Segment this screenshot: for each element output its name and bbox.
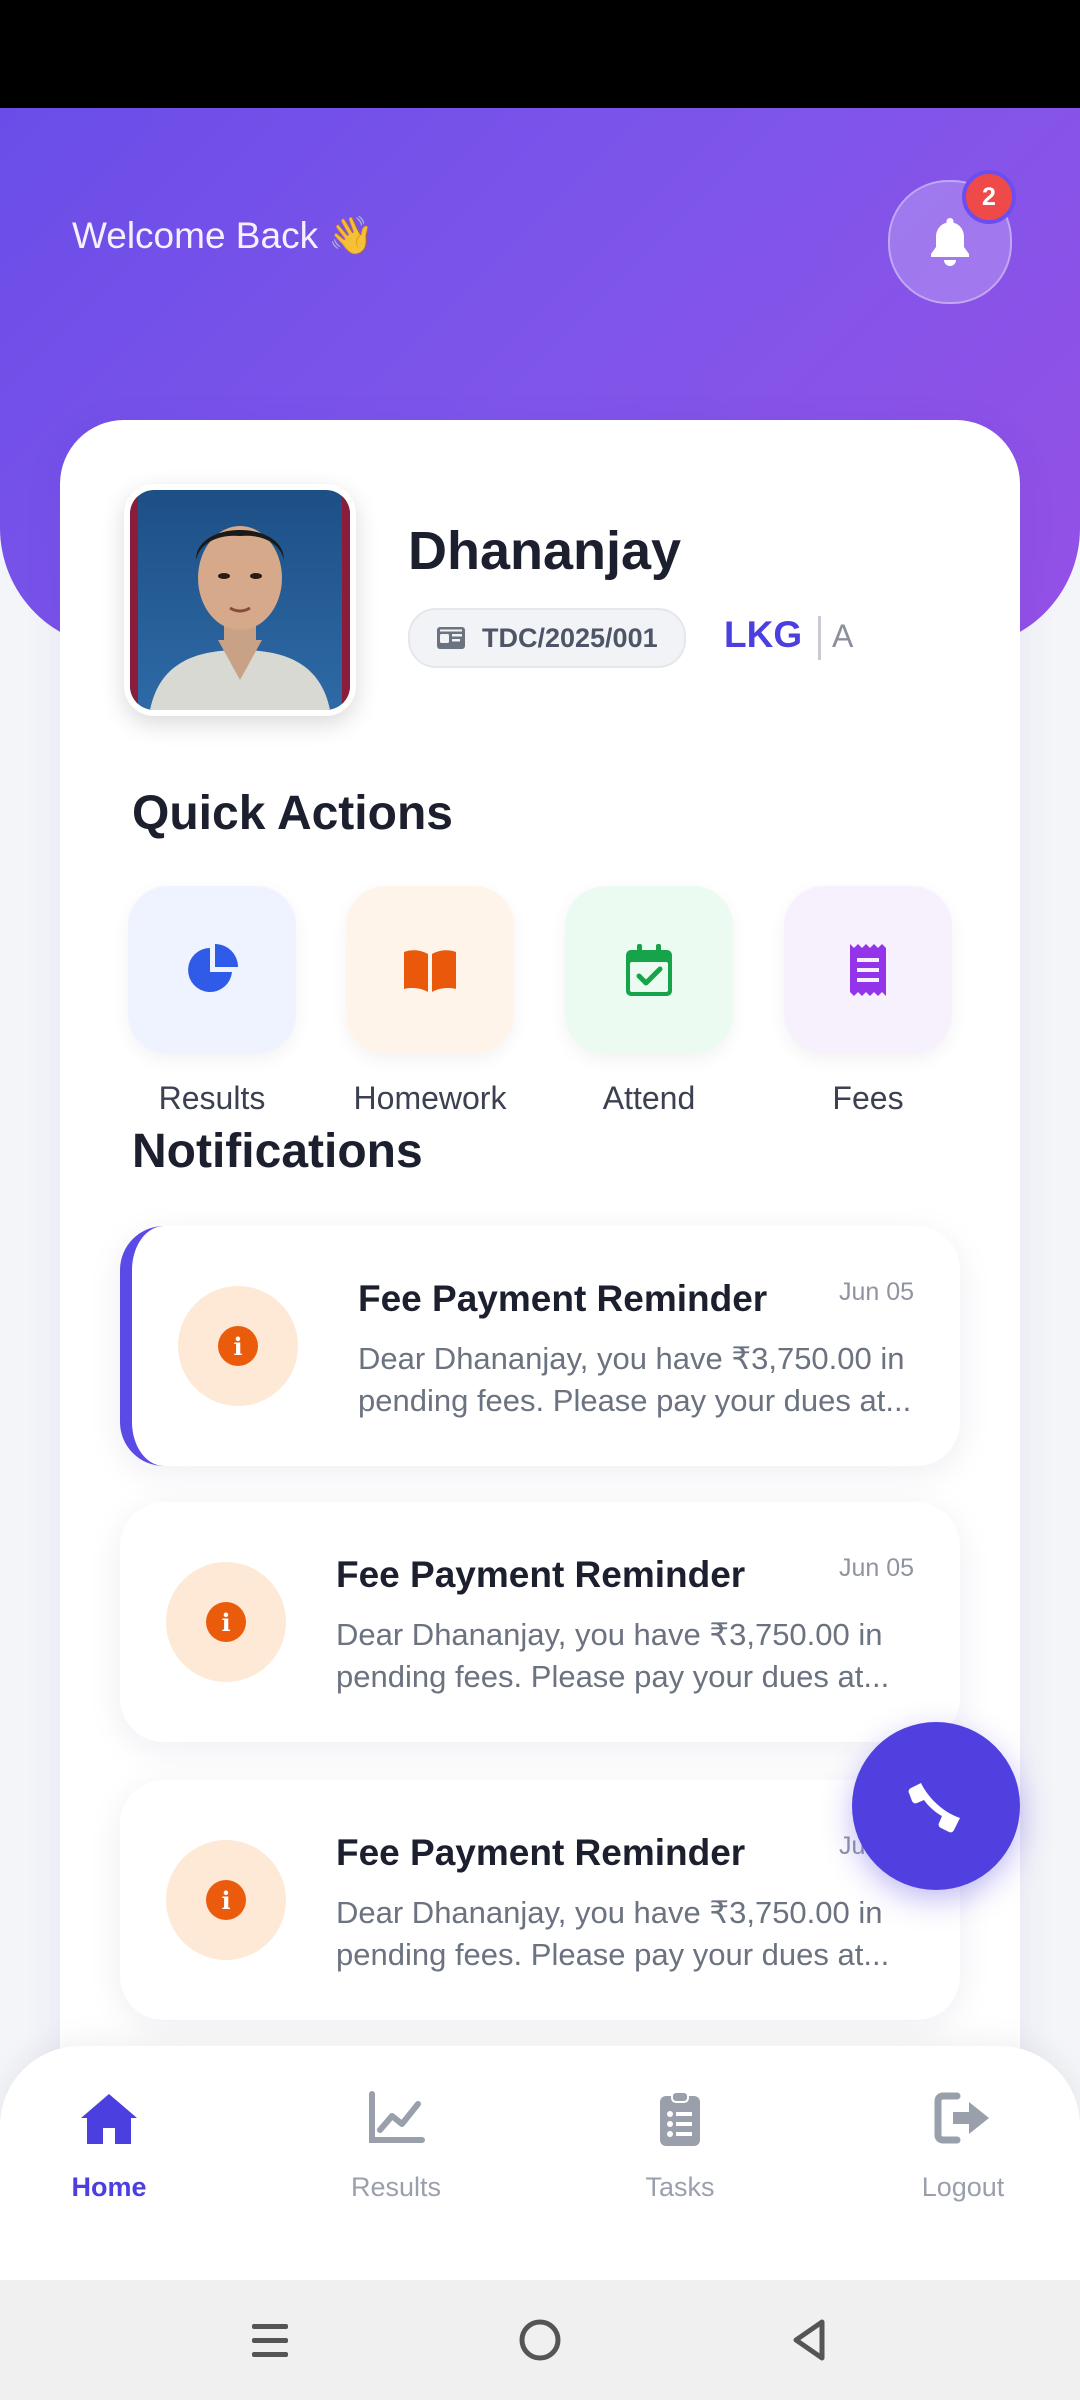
call-button[interactable]	[852, 1722, 1020, 1890]
nav-item-logout[interactable]: Logout	[863, 2090, 1063, 2203]
calendar-check-icon	[626, 944, 672, 996]
notification-date: Jun 05	[838, 1278, 914, 1306]
quick-action-tile[interactable]	[346, 886, 514, 1054]
nav-item-tasks[interactable]: Tasks	[580, 2090, 780, 2203]
quick-action-label: Fees	[832, 1080, 904, 1116]
circle-icon	[519, 2319, 561, 2361]
quick-action-label: Results	[158, 1080, 266, 1116]
info-icon: i	[206, 1880, 246, 1920]
student-class: LKG	[724, 614, 803, 655]
home-system-button[interactable]	[510, 2310, 570, 2370]
notification-title: Fee Payment Reminder	[336, 1832, 746, 1873]
chart-line-icon	[369, 2091, 425, 2143]
notification-message: Dear Dhananjay, you have ₹3,750.00 in pe…	[358, 1338, 928, 1422]
notification-message: Dear Dhananjay, you have ₹3,750.00 in pe…	[336, 1614, 906, 1698]
notification-icon: i	[166, 1840, 286, 1960]
home-icon	[81, 2094, 137, 2144]
notification-title: Fee Payment Reminder	[358, 1278, 768, 1319]
info-icon: i	[218, 1326, 258, 1366]
notification-title: Fee Payment Reminder	[336, 1554, 746, 1595]
back-triangle-icon	[793, 2319, 825, 2361]
quick-action-results[interactable]: Results	[128, 886, 296, 1116]
avatar[interactable]	[124, 484, 356, 716]
notification-icon: i	[166, 1562, 286, 1682]
recent-apps-button[interactable]	[240, 2310, 300, 2370]
nav-label: Tasks	[645, 2172, 715, 2202]
notifications-title: Notifications	[132, 1125, 423, 1178]
quick-actions-title: Quick Actions	[132, 787, 453, 840]
status-bar	[0, 0, 1080, 108]
nav-label: Home	[71, 2172, 147, 2202]
welcome-text: Welcome Back 👋	[72, 215, 375, 256]
receipt-icon	[850, 944, 886, 996]
quick-action-tile[interactable]	[784, 886, 952, 1054]
notification-message-line: Dear Dhananjay, you have ₹3,750.00 in	[336, 1617, 883, 1652]
nav-label: Logout	[921, 2172, 1005, 2202]
quick-action-fees[interactable]: Fees	[784, 886, 952, 1116]
quick-action-label: Homework	[353, 1080, 507, 1116]
notification-card[interactable]: i Fee Payment Reminder Jun 05 Dear Dhana…	[120, 1502, 960, 1742]
quick-action-tile[interactable]	[128, 886, 296, 1054]
pie-chart-icon	[188, 944, 238, 992]
notification-message-line: Dear Dhananjay, you have ₹3,750.00 in	[358, 1341, 905, 1376]
id-card-icon	[437, 627, 465, 649]
notification-date: Jun 05	[838, 1554, 914, 1582]
info-icon: i	[206, 1602, 246, 1642]
notification-icon: i	[178, 1286, 298, 1406]
nav-item-results[interactable]: Results	[296, 2090, 496, 2203]
student-section: A	[832, 618, 854, 654]
notification-card[interactable]: i Fee Payment Reminder Jun 05 Dear Dhana…	[120, 1780, 960, 2020]
quick-action-tile[interactable]	[565, 886, 733, 1054]
quick-action-label: Attend	[602, 1080, 696, 1116]
logout-icon	[934, 2092, 989, 2144]
back-button[interactable]	[780, 2310, 840, 2370]
phone-icon	[908, 1783, 960, 1833]
student-photo	[130, 490, 350, 710]
class-divider	[818, 616, 821, 660]
notification-message-line: pending fees. Please pay your dues at...	[336, 1937, 890, 1972]
student-id: TDC/2025/001	[482, 622, 658, 653]
bell-icon	[931, 218, 969, 266]
notification-card[interactable]: i Fee Payment Reminder Jun 05 Dear Dhana…	[120, 1226, 960, 1466]
quick-action-homework[interactable]: Homework	[346, 886, 514, 1116]
notification-message: Dear Dhananjay, you have ₹3,750.00 in pe…	[336, 1892, 906, 1976]
nav-item-home[interactable]: Home	[9, 2090, 209, 2203]
student-name: Dhananjay	[408, 521, 682, 581]
notification-message-line: Dear Dhananjay, you have ₹3,750.00 in	[336, 1895, 883, 1930]
quick-action-attend[interactable]: Attend	[565, 886, 733, 1116]
student-id-chip: TDC/2025/001	[408, 608, 686, 668]
notification-message-line: pending fees. Please pay your dues at...	[336, 1659, 890, 1694]
book-icon	[404, 950, 456, 992]
clipboard-list-icon	[660, 2091, 700, 2146]
notification-count-badge: 2	[962, 170, 1016, 224]
menu-icon	[252, 2324, 288, 2357]
notification-message-line: pending fees. Please pay your dues at...	[358, 1383, 912, 1418]
nav-label: Results	[350, 2172, 442, 2202]
